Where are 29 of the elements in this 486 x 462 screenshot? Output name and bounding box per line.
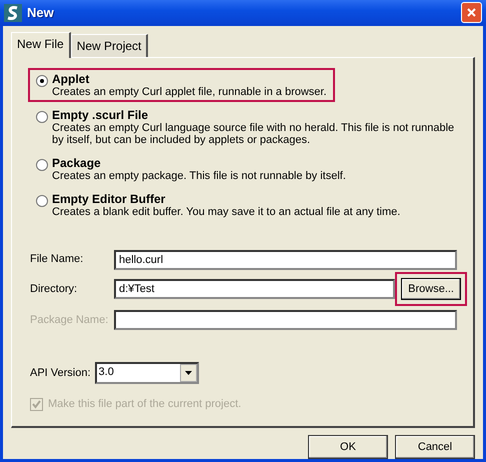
version-dropdown[interactable]: 3.0 <box>94 362 199 384</box>
option-description: Creates a blank edit buffer. You may save it to an actual file at any time. <box>52 206 400 218</box>
field-label: Package Name: <box>30 314 110 327</box>
option-description: Creates an empty Curl language source file with no herald. This file is not runnable by itself, but can be included by applets or packages. <box>52 122 456 146</box>
app-icon <box>4 4 22 22</box>
radio-button[interactable] <box>36 194 48 207</box>
input-field[interactable]: d:¥Test <box>114 279 396 300</box>
field-label: Directory: <box>30 282 78 296</box>
dialog-button[interactable]: Cancel <box>395 435 475 459</box>
tab[interactable]: New Project <box>70 34 148 57</box>
field-label: File Name: <box>30 253 84 266</box>
input-field[interactable]: hello.curl <box>114 250 457 270</box>
checkbox-label: Make this file part of the current project. <box>48 397 242 412</box>
radio-button[interactable] <box>36 74 48 87</box>
window-title: New <box>27 4 55 22</box>
close-icon <box>466 7 477 18</box>
field-label: API Version: <box>30 366 91 382</box>
radio-button[interactable] <box>36 158 48 171</box>
close-button[interactable] <box>461 2 482 24</box>
browse-button[interactable]: Browse... <box>401 278 461 300</box>
tab[interactable]: New File <box>11 32 71 58</box>
option-title: Empty Editor Buffer <box>52 192 166 206</box>
option-title: Package <box>52 156 102 170</box>
option-title: Applet <box>52 72 90 86</box>
dialog-button[interactable]: OK <box>308 435 388 459</box>
radio-button[interactable] <box>36 110 48 123</box>
option-description: Creates an empty Curl applet file, runnable in a browser. <box>52 86 327 98</box>
option-description: Creates an empty package. This file is not runnable by itself. <box>52 170 346 182</box>
option-title: Empty .scurl File <box>52 108 150 122</box>
